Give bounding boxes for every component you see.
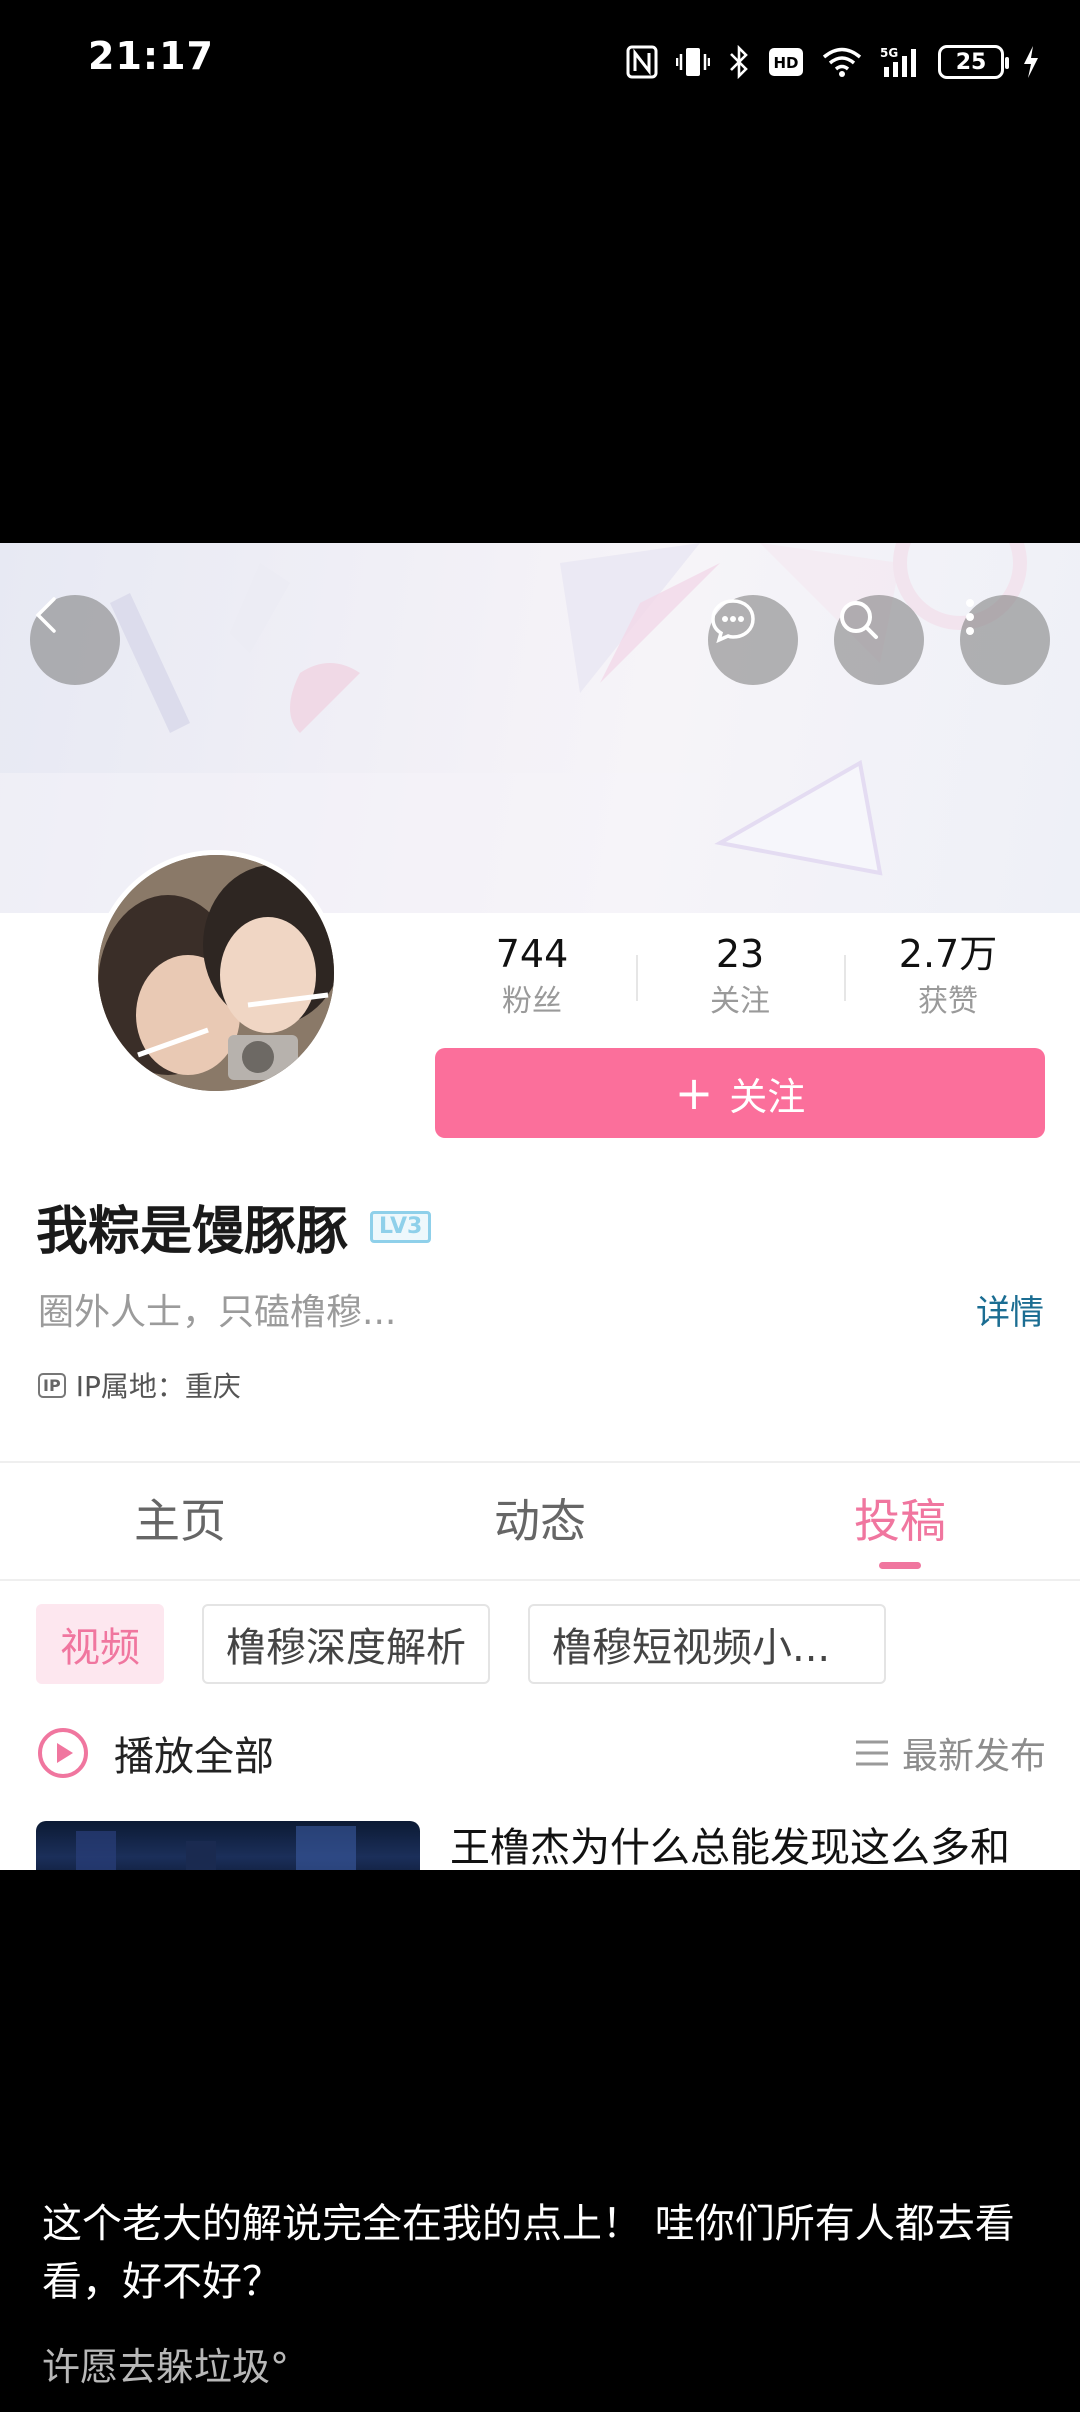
- follow-label: 关注: [729, 1074, 806, 1119]
- charging-icon: [1022, 45, 1040, 79]
- stat-value: 2.7万: [898, 932, 998, 976]
- category-chips: 视频 橹穆深度解析 橹穆短视频小...: [36, 1604, 886, 1684]
- status-time: 21:17: [88, 34, 214, 78]
- chip-videos[interactable]: 视频: [36, 1604, 164, 1684]
- profile-stats: 744 粉丝 23 关注 2.7万 获赞: [428, 931, 1052, 1021]
- divider: [0, 1579, 1080, 1581]
- status-icons: HD 5G 25: [626, 40, 1040, 84]
- profile-tabs: 主页 动态 投稿: [0, 1463, 1080, 1579]
- bio-row: 圈外人士，只磕橹穆... 详情: [38, 1283, 1044, 1335]
- tab-label: 投稿: [854, 1494, 946, 1548]
- profile-banner: [0, 543, 1080, 913]
- chip-label: 橹穆深度解析: [226, 1625, 466, 1671]
- more-button[interactable]: [960, 595, 1050, 685]
- chip-analysis[interactable]: 橹穆深度解析: [202, 1604, 490, 1684]
- stat-likes[interactable]: 2.7万 获赞: [844, 931, 1052, 1021]
- follow-button[interactable]: + 关注: [435, 1048, 1045, 1138]
- hd-icon: HD: [768, 47, 804, 77]
- tab-dynamics[interactable]: 动态: [360, 1463, 720, 1579]
- battery-icon: 25: [938, 45, 1009, 79]
- stat-label: 粉丝: [502, 984, 562, 1019]
- video-title[interactable]: 王橹杰为什么总能发现这么多和: [450, 1815, 1010, 1870]
- message-button[interactable]: [708, 595, 798, 685]
- stat-followers[interactable]: 744 粉丝: [428, 931, 636, 1021]
- name-row: 我粽是馒豚豚 LV3: [36, 1189, 432, 1264]
- status-bar: 21:17 HD 5G 25: [0, 0, 1080, 124]
- ip-icon: IP: [38, 1372, 66, 1398]
- signal-5g-icon: 5G: [880, 45, 920, 79]
- svg-text:HD: HD: [773, 54, 798, 72]
- sort-label: 最新发布: [901, 1736, 1046, 1777]
- play-all-row: 播放全部 最新发布: [36, 1723, 1046, 1783]
- chip-label: 视频: [60, 1625, 140, 1671]
- ip-location-row: IP IP属地：重庆: [38, 1365, 241, 1405]
- stat-following[interactable]: 23 关注: [636, 931, 844, 1021]
- back-icon: [35, 597, 56, 633]
- tab-indicator: [879, 1562, 921, 1569]
- sort-icon: [855, 1740, 888, 1766]
- play-all-label: 播放全部: [114, 1734, 274, 1780]
- sort-button[interactable]: 最新发布: [854, 1727, 1046, 1779]
- wifi-icon: [822, 46, 862, 78]
- tab-label: 主页: [134, 1494, 226, 1548]
- avatar[interactable]: [93, 850, 339, 1096]
- chip-short-videos[interactable]: 橹穆短视频小...: [528, 1604, 886, 1684]
- more-icon: [966, 599, 974, 635]
- message-icon: [711, 599, 755, 644]
- video-thumbnail[interactable]: [36, 1821, 420, 1870]
- caption-author[interactable]: 许愿去躲垃圾°: [42, 2336, 289, 2391]
- bio-text: 圈外人士，只磕橹穆...: [38, 1292, 397, 1333]
- ip-location: IP属地：重庆: [75, 1370, 241, 1403]
- back-button[interactable]: [30, 595, 120, 685]
- profile-card: 744 粉丝 23 关注 2.7万 获赞 + 关注 我粽是馒豚豚 LV3 圈外人…: [0, 543, 1080, 1870]
- search-icon: [840, 601, 878, 639]
- post-caption: 这个老大的解说完全在我的点上！ 哇你们所有人都去看看，好不好？: [42, 2201, 1015, 2305]
- search-button[interactable]: [834, 595, 924, 685]
- play-all-button[interactable]: 播放全部: [36, 1724, 274, 1782]
- bluetooth-icon: [728, 45, 750, 79]
- screen: 21:17 HD 5G 25 744 粉丝 23 关注 2.7万 获赞 + 关注…: [0, 0, 1080, 2412]
- tab-home[interactable]: 主页: [0, 1463, 360, 1579]
- username: 我粽是馒豚豚: [36, 1202, 349, 1262]
- tab-label: 动态: [494, 1494, 586, 1548]
- chip-label: 橹穆短视频小...: [552, 1625, 831, 1671]
- details-link[interactable]: 详情: [976, 1285, 1044, 1334]
- stat-label: 关注: [710, 984, 770, 1019]
- stat-label: 获赞: [918, 984, 978, 1019]
- tab-submissions[interactable]: 投稿: [720, 1463, 1080, 1579]
- svg-text:5G: 5G: [880, 46, 898, 60]
- stat-value: 23: [715, 932, 765, 976]
- vibrate-icon: [676, 45, 710, 79]
- level-badge: LV3: [370, 1210, 432, 1243]
- play-circle-icon: [38, 1728, 88, 1778]
- plus-icon: +: [674, 1066, 714, 1120]
- nfc-icon: [626, 45, 658, 79]
- stat-value: 744: [495, 932, 569, 976]
